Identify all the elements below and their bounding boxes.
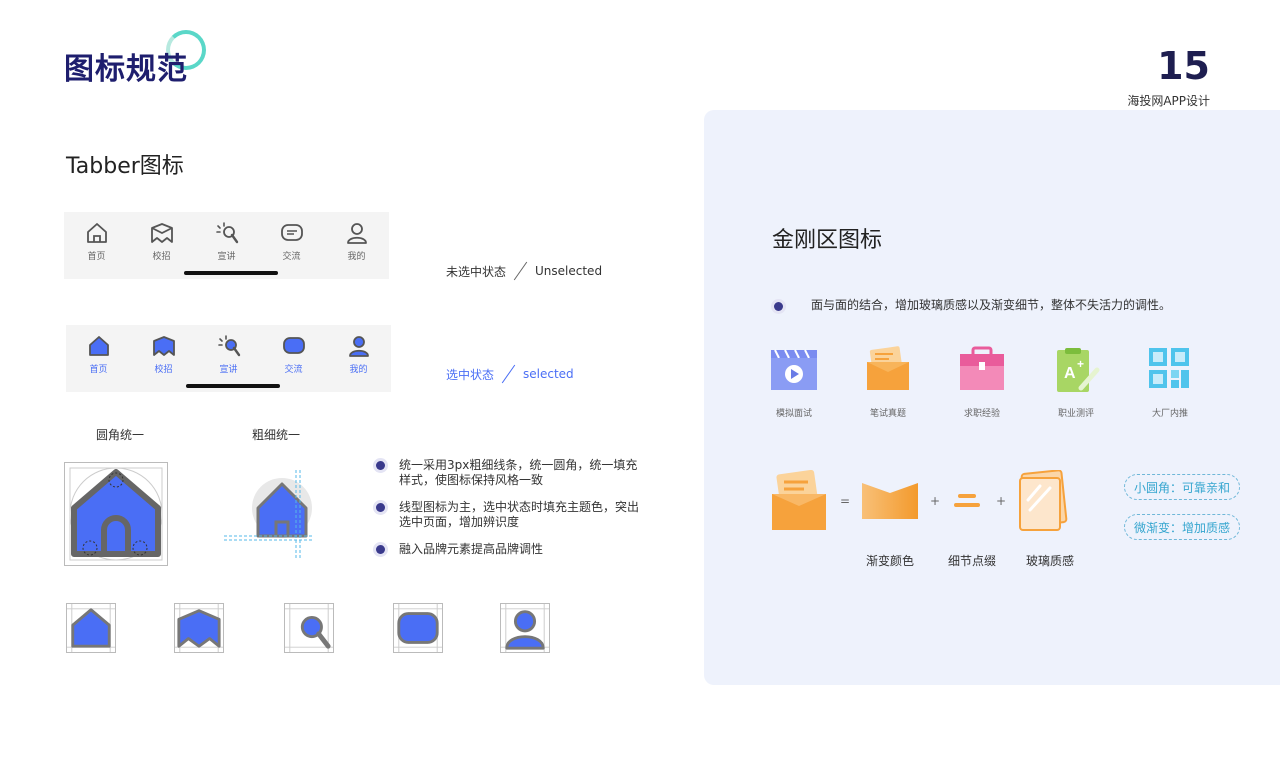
plus-sign: + [930,494,941,508]
svg-text:A: A [1064,365,1076,382]
page-title: 图标规范 [64,52,188,87]
bullet-dot [774,301,783,311]
stroke-width-caption: 粗细统一 [252,428,301,442]
kingkong-label: 模拟面试 [775,409,812,419]
tab-label: 宣讲 [217,252,236,262]
kingkong-item[interactable]: 大厂内推 [1140,346,1200,419]
project-name: 海投网APP设计 [1127,94,1210,108]
tabbar-unselected: 首页 校招 宣讲 交流 我的 [64,212,389,279]
kingkong-item[interactable]: 求职经验 [952,346,1012,419]
tag-rounded-corner: 小圆角：可靠亲和 [1124,474,1240,500]
exam-papers-large-icon [772,470,826,530]
tab-label: 宣讲 [219,365,238,375]
kingkong-label: 大厂内推 [1151,409,1188,419]
gradient-shape-icon [862,483,918,519]
graduation-cap-filled-icon [152,336,175,356]
tabber-section-title: Tabber图标 [66,154,184,179]
glass-texture-icon [1019,470,1068,531]
tag-subtle-gradient: 微渐变：增加质感 [1124,514,1240,540]
kingkong-section-title: 金刚区图标 [772,228,883,253]
kingkong-label: 求职经验 [963,409,1000,419]
unselected-cn: 未选中状态 [446,264,507,279]
exam-papers-icon [867,346,909,390]
kingkong-item[interactable]: 笔试真题 [858,346,918,419]
rules-bullet-list: 统一采用3px粗细线条，统一圆角，统一填充样式，使图标保持风格一致 线型图标为主… [376,458,646,569]
briefcase-icon [960,346,1004,390]
chat-bubble-outline-icon [280,224,303,241]
chat-bubble-grid-icon [393,603,443,653]
kingkong-icon-row: 模拟面试 笔试真题 求职经验 A + 职业测评 大厂内推 [764,346,1200,419]
selected-en: selected [523,367,574,381]
rounded-corner-caption: 圆角统一 [96,428,145,442]
home-indicator [184,271,278,275]
home-construction-grid-icon [64,462,168,566]
user-filled-icon [348,336,369,357]
microphone-filled-icon [217,335,240,357]
selected-cn: 选中状态 [446,367,495,382]
referral-grid-icon [1149,348,1189,388]
rule-text: 融入品牌元素提高品牌调性 [399,542,544,556]
home-indicator [186,384,280,388]
tab-mine-selected[interactable]: 我的 [334,333,384,392]
kingkong-description: 面与面的结合，增加玻璃质感以及渐变细节，整体不失活力的调性。 [774,296,1171,313]
unselected-en: Unselected [535,264,603,278]
user-outline-icon [346,223,367,244]
video-interview-icon [771,349,817,390]
rule-text: 统一采用3px粗细线条，统一圆角，统一填充样式，使图标保持风格一致 [399,458,638,487]
tab-label: 我的 [347,252,366,262]
home-grid-icon [66,603,116,653]
chat-bubble-filled-icon [282,337,305,354]
tab-label: 交流 [282,252,301,262]
page-number: 15 [1157,44,1210,88]
kingkong-item[interactable]: A + 职业测评 [1046,346,1106,419]
detail-accent-label: 细节点缀 [948,554,997,568]
bullet-dot [376,545,385,554]
tab-label: 首页 [89,365,108,375]
rule-bullet: 线型图标为主，选中状态时填充主题色，突出选中页面，增加辨识度 [376,500,646,530]
rule-bullet: 统一采用3px粗细线条，统一圆角，统一填充样式，使图标保持风格一致 [376,458,646,488]
glass-texture-label: 玻璃质感 [1026,554,1075,568]
bullet-dot [376,461,385,470]
tab-label: 交流 [284,365,303,375]
plus-sign: + [996,494,1007,508]
tab-home-selected[interactable]: 首页 [74,333,124,392]
tab-label: 校招 [154,365,173,375]
kingkong-label: 职业测评 [1057,409,1094,419]
graduation-cap-grid-icon [174,603,224,653]
home-filled-icon [88,336,109,356]
tab-label: 首页 [87,252,106,262]
home-stroke-guide-icon [224,470,314,560]
gradient-color-label: 渐变颜色 [866,554,915,568]
rule-text: 线型图标为主，选中状态时填充主题色，突出选中页面，增加辨识度 [399,500,640,529]
tab-label: 我的 [349,365,368,375]
bullet-dot [376,503,385,512]
graduation-cap-outline-icon [150,223,173,243]
detail-accent-icon [954,494,980,507]
tabbar-selected: 首页 校招 宣讲 交流 我的 [66,325,391,392]
tab-home[interactable]: 首页 [72,220,122,279]
tab-campus-selected[interactable]: 校招 [139,333,189,392]
tab-campus[interactable]: 校招 [137,220,187,279]
rule-bullet: 融入品牌元素提高品牌调性 [376,542,646,557]
microphone-grid-icon [284,603,334,653]
svg-text:+: + [1077,357,1084,371]
description-text: 面与面的结合，增加玻璃质感以及渐变细节，整体不失活力的调性。 [811,298,1172,312]
kingkong-label: 笔试真题 [869,409,906,419]
microphone-outline-icon [215,222,238,244]
tab-label: 校招 [152,252,171,262]
home-outline-icon [86,223,107,243]
user-grid-icon [500,603,550,653]
kingkong-item[interactable]: 模拟面试 [764,346,824,419]
unselected-state-label: 未选中状态 Unselected [446,260,602,282]
tab-mine[interactable]: 我的 [332,220,382,279]
equals-sign: = [840,494,851,508]
selected-state-label: 选中状态 selected [446,363,574,385]
slash-divider [513,261,528,281]
career-test-icon: A + [1057,348,1100,392]
slash-divider [501,364,516,384]
